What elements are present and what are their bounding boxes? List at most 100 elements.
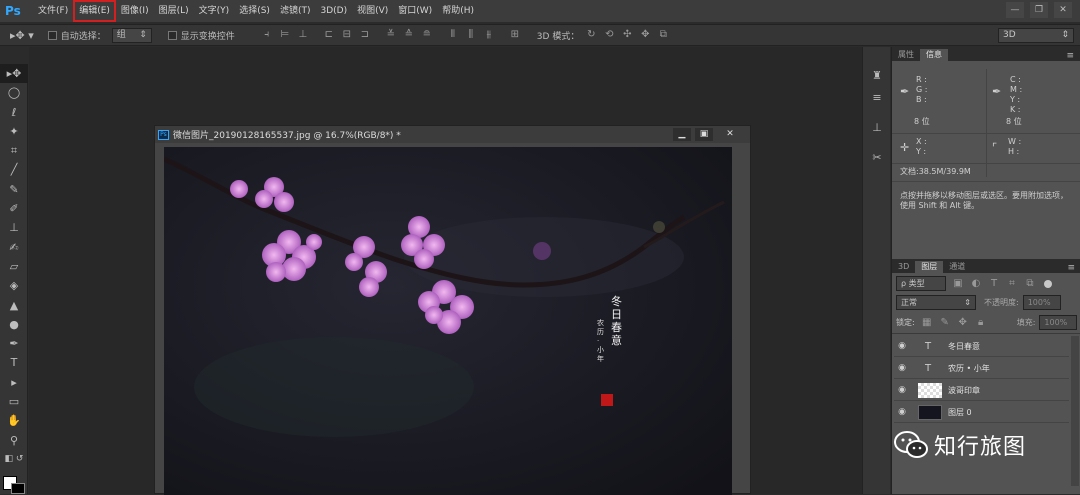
swap-colors-icon[interactable]: ◧ ↺ xyxy=(0,450,28,469)
eye-icon[interactable]: ◉ xyxy=(894,363,910,373)
move-tool-icon[interactable]: ▸✥ xyxy=(0,64,28,84)
zoom-tool-icon[interactable]: ⚲ xyxy=(0,431,28,450)
marquee-tool-icon[interactable]: ◯ xyxy=(0,83,28,102)
opacity-input[interactable]: 100% xyxy=(1022,295,1061,310)
minimize-button[interactable]: — xyxy=(1006,2,1024,18)
paint-bucket-tool-icon[interactable]: ◈ xyxy=(0,276,28,295)
menu-type[interactable]: 文字(Y) xyxy=(194,0,235,22)
move-tool-icon[interactable]: ▸✥ ▾ xyxy=(10,29,34,42)
type-tool-icon[interactable]: T xyxy=(0,353,28,372)
filter-pixel-icon[interactable]: ▣ xyxy=(952,278,964,290)
align-left-icon[interactable]: ⊏ xyxy=(323,29,335,41)
workspace-dropdown[interactable]: 3D ⇕ xyxy=(998,28,1074,43)
menu-filter[interactable]: 滤镜(T) xyxy=(275,0,316,22)
lock-position-icon[interactable]: ✥ xyxy=(957,317,969,329)
lock-all-icon[interactable]: 🔒︎ xyxy=(975,317,987,329)
layer-row[interactable]: ◉ 图层 0 xyxy=(894,402,1069,423)
menu-image[interactable]: 图像(I) xyxy=(116,0,154,22)
eyedropper-tool-icon[interactable]: ╱ xyxy=(0,160,28,179)
auto-select-checkbox[interactable]: 自动选择： xyxy=(47,29,106,42)
menu-edit[interactable]: 编辑(E) xyxy=(73,0,116,22)
lock-transparent-icon[interactable]: ▦ xyxy=(921,317,933,329)
3d-rotate-icon[interactable]: ↻ xyxy=(585,29,597,41)
layer-row[interactable]: ◉ 波哥印章 xyxy=(894,380,1069,401)
hand-tool-icon[interactable]: ✋ xyxy=(0,411,28,430)
crop-tool-icon[interactable]: ⌗ xyxy=(0,141,28,160)
adjustments-panel-icon[interactable]: ≡ xyxy=(863,87,891,109)
distribute-hcenter-icon[interactable]: ⫼ xyxy=(465,29,477,41)
auto-align-icon[interactable]: ⊞ xyxy=(509,29,521,41)
lasso-tool-icon[interactable]: ℓ xyxy=(0,103,28,122)
align-vcenter-icon[interactable]: ⊨ xyxy=(279,29,291,41)
distribute-right-icon[interactable]: ⫵ xyxy=(483,29,495,41)
layer-row[interactable]: ◉ T 冬日春意 xyxy=(894,336,1069,357)
filter-shape-icon[interactable]: ⌗ xyxy=(1006,278,1018,290)
eye-icon[interactable]: ◉ xyxy=(894,341,910,351)
menu-file[interactable]: 文件(F) xyxy=(33,0,73,22)
menu-window[interactable]: 窗口(W) xyxy=(393,0,437,22)
3d-slide-icon[interactable]: ✥ xyxy=(639,29,651,41)
history-brush-tool-icon[interactable]: ✍ xyxy=(0,238,28,257)
blend-mode-dropdown[interactable]: 正常 ⇕ xyxy=(896,295,976,310)
dodge-tool-icon[interactable]: ● xyxy=(0,315,28,334)
doc-restore-button[interactable]: ▣ xyxy=(695,128,713,141)
align-right-icon[interactable]: ⊐ xyxy=(359,29,371,41)
eye-icon[interactable]: ◉ xyxy=(894,407,910,417)
distribute-vcenter-icon[interactable]: ≙ xyxy=(403,29,415,41)
pen-tool-icon[interactable]: ✒ xyxy=(0,334,28,353)
menu-help[interactable]: 帮助(H) xyxy=(437,0,479,22)
fill-input[interactable]: 100% xyxy=(1039,315,1078,330)
layer-row[interactable]: ◉ T 农历 • 小年 xyxy=(894,358,1069,379)
document-title: 微信图片_20190128165537.jpg @ 16.7%(RGB/8*) … xyxy=(173,131,401,141)
align-bottom-icon[interactable]: ⊥ xyxy=(297,29,309,41)
tool-presets-icon[interactable]: ✂ xyxy=(863,147,891,169)
panel-menu-icon[interactable]: ≡ xyxy=(1066,51,1074,61)
distribute-bottom-icon[interactable]: ≘ xyxy=(421,29,433,41)
clone-source-icon[interactable]: ⊥ xyxy=(863,117,891,139)
tab-channels[interactable]: 通道 xyxy=(943,261,971,273)
distribute-left-icon[interactable]: ⫴ xyxy=(447,29,459,41)
background-color-swatch[interactable] xyxy=(11,483,25,494)
doc-close-button[interactable]: ✕ xyxy=(721,128,739,141)
distribute-top-icon[interactable]: ≚ xyxy=(385,29,397,41)
filter-toggle-icon[interactable] xyxy=(1044,279,1052,288)
menu-select[interactable]: 选择(S) xyxy=(234,0,275,22)
3d-roll-icon[interactable]: ⟲ xyxy=(603,29,615,41)
tab-layers[interactable]: 图层 xyxy=(915,261,944,273)
clone-stamp-tool-icon[interactable]: ⊥ xyxy=(0,218,28,237)
tab-3d[interactable]: 3D xyxy=(892,261,915,273)
menu-view[interactable]: 视图(V) xyxy=(352,0,393,22)
tab-properties[interactable]: 属性 xyxy=(892,49,920,61)
layers-menu-icon[interactable]: ≡ xyxy=(1067,263,1075,273)
eraser-tool-icon[interactable]: ▱ xyxy=(0,257,28,276)
auto-select-dropdown[interactable]: 组 ⇕ xyxy=(111,27,152,43)
show-transform-checkbox[interactable]: 显示变换控件 xyxy=(167,29,235,42)
align-hcenter-icon[interactable]: ⊟ xyxy=(341,29,353,41)
align-top-icon[interactable]: ⫞ xyxy=(261,29,273,41)
close-button[interactable]: ✕ xyxy=(1054,2,1072,18)
document-title-bar[interactable]: Ps 微信图片_20190128165537.jpg @ 16.7%(RGB/8… xyxy=(155,126,750,143)
brush-tool-icon[interactable]: ✐ xyxy=(0,199,28,218)
blur-tool-icon[interactable]: ▲ xyxy=(0,296,28,315)
rectangle-tool-icon[interactable]: ▭ xyxy=(0,392,28,411)
layer-filter-dropdown[interactable]: ρ 类型 xyxy=(896,276,946,291)
tab-info[interactable]: 信息 xyxy=(920,49,948,61)
3d-scale-icon[interactable]: ⧉ xyxy=(657,29,669,41)
doc-minimize-button[interactable]: ▁ xyxy=(673,128,691,141)
filter-smart-icon[interactable]: ⧉ xyxy=(1024,278,1036,290)
lock-pixels-icon[interactable]: ✎ xyxy=(939,317,951,329)
restore-button[interactable]: ❐ xyxy=(1030,2,1048,18)
history-panel-icon[interactable]: ♜ xyxy=(863,65,891,87)
eye-icon[interactable]: ◉ xyxy=(894,385,910,395)
healing-brush-tool-icon[interactable]: ✎ xyxy=(0,180,28,199)
path-selection-tool-icon[interactable]: ▸ xyxy=(0,373,28,392)
filter-type-icon[interactable]: T xyxy=(988,278,1000,290)
menu-3d[interactable]: 3D(D) xyxy=(315,0,352,22)
menu-layer[interactable]: 图层(L) xyxy=(154,0,194,22)
filter-adjustment-icon[interactable]: ◐ xyxy=(970,278,982,290)
blend-mode-value: 正常 xyxy=(901,298,917,307)
text-layer-icon: T xyxy=(924,362,932,374)
3d-pan-icon[interactable]: ✣ xyxy=(621,29,633,41)
magic-wand-tool-icon[interactable]: ✦ xyxy=(0,122,28,141)
document-image[interactable]: 冬日春意 农历·小年 xyxy=(164,147,732,495)
